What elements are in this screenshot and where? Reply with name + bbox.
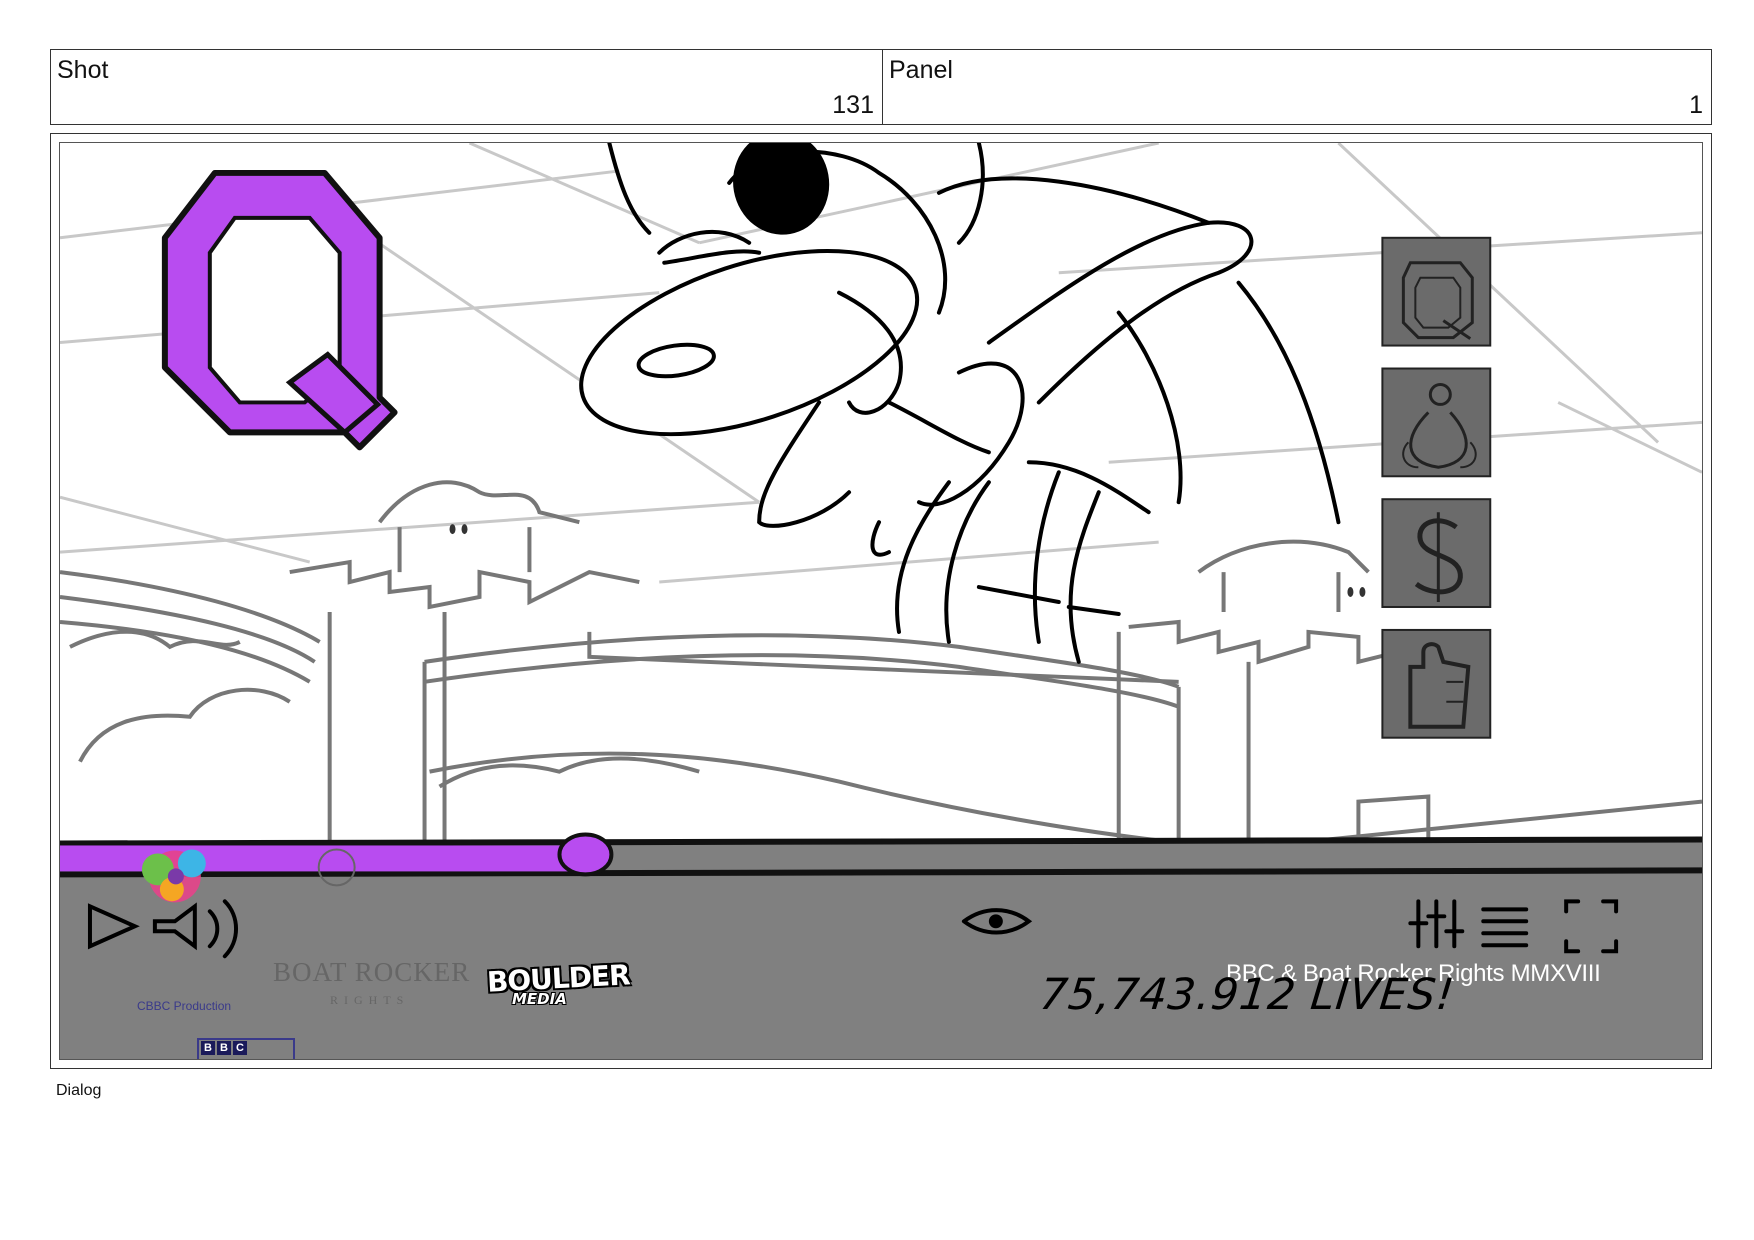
- bbc-letter-b2: B: [217, 1041, 231, 1055]
- boulder-media-label: MEDIA: [512, 990, 567, 1008]
- shot-number: 131: [832, 91, 874, 119]
- bbc-letter-b1: B: [201, 1041, 215, 1055]
- side-icons-panel: [1381, 236, 1492, 739]
- bbc-letter-c: C: [233, 1041, 247, 1055]
- scene-drawing: [60, 143, 1702, 1059]
- panel-cell: Panel 1: [883, 50, 1711, 124]
- dialog-label: Dialog: [56, 1082, 102, 1099]
- panel-number: 1: [1689, 91, 1703, 119]
- progress-knob[interactable]: [557, 832, 614, 877]
- panel-label: Panel: [889, 56, 953, 84]
- eye-patch: [733, 143, 830, 235]
- shot-cell: Shot 131: [51, 50, 883, 124]
- shot-label: Shot: [57, 56, 109, 84]
- boat-rocker-logo: BOAT ROCKER: [273, 957, 471, 987]
- q-icon[interactable]: [1381, 236, 1492, 347]
- q-letter-icon: [161, 169, 398, 451]
- lives-counter: 75,743.912 LIVES!: [1037, 970, 1458, 1020]
- boat-rocker-rights: RIGHTS: [330, 993, 410, 1007]
- character-icon[interactable]: [1381, 367, 1492, 478]
- character-drawing: [579, 143, 1341, 664]
- dollar-icon[interactable]: [1381, 498, 1492, 608]
- equalizer-icon[interactable]: [1408, 899, 1465, 949]
- storyboard-frame: B B C: [50, 133, 1712, 1069]
- thumbs-up-icon[interactable]: [1381, 628, 1492, 739]
- storyboard-artwork: B B C: [59, 142, 1703, 1060]
- shot-panel-header: Shot 131 Panel 1: [50, 49, 1712, 125]
- cbbc-production-label: CBBC Production: [137, 999, 232, 1013]
- bbc-badge: B B C: [197, 1038, 295, 1059]
- progress-fill: [60, 845, 586, 872]
